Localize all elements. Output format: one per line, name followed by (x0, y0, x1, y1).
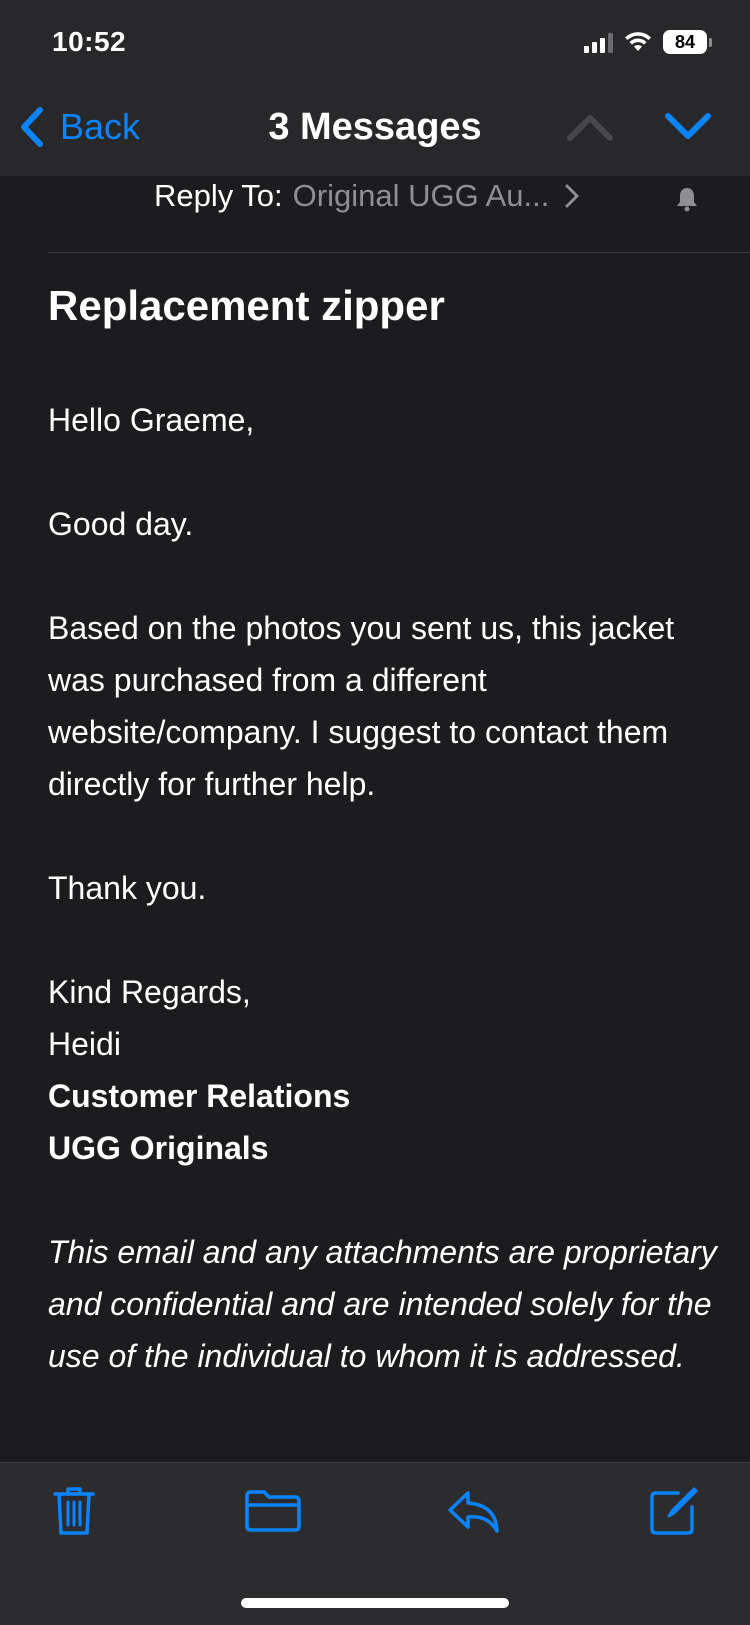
salutation-text: Good day. (48, 506, 194, 542)
home-indicator[interactable] (241, 1598, 509, 1608)
chevron-down-icon (665, 113, 711, 139)
sender-company: UGG Originals (48, 1130, 269, 1166)
chevron-up-icon (567, 115, 613, 141)
previous-message-button[interactable] (566, 112, 614, 147)
reply-to-row[interactable]: Reply To: Original UGG Au... (154, 178, 579, 214)
email-body: Hello Graeme, Good day. Based on the pho… (48, 394, 718, 1434)
chevron-left-icon (21, 107, 43, 147)
reply-to-label: Reply To: (154, 178, 283, 213)
trash-icon[interactable] (52, 1485, 96, 1537)
notification-bell-icon[interactable] (676, 186, 698, 212)
thanks-text: Thank you. (48, 870, 207, 906)
status-time: 10:52 (52, 26, 127, 57)
next-message-button[interactable] (664, 112, 712, 147)
body-paragraph: Based on the photos you sent us, this ja… (48, 610, 675, 802)
sender-department: Customer Relations (48, 1078, 351, 1114)
battery-tip (709, 37, 712, 47)
compose-icon[interactable] (648, 1485, 700, 1537)
greeting-text: Hello Graeme, (48, 402, 255, 438)
cellular-signal-icon (584, 31, 613, 53)
disclaimer-text: This email and any attachments are propr… (48, 1234, 717, 1374)
sender-name: Heidi (48, 1026, 121, 1062)
reply-icon[interactable] (446, 1489, 502, 1535)
header: 10:52 84 Back 3 Messages (0, 0, 750, 176)
closing-text: Kind Regards, (48, 974, 251, 1010)
reply-to-value: Original UGG Au... (292, 178, 550, 213)
page-title: 3 Messages (268, 106, 482, 148)
back-label: Back (60, 106, 141, 147)
status-icons: 84 (584, 30, 712, 54)
divider (48, 252, 750, 253)
email-subject: Replacement zipper (48, 282, 445, 329)
wifi-icon (625, 32, 651, 51)
folder-icon[interactable] (244, 1489, 302, 1533)
chevron-right-icon (565, 184, 579, 208)
battery-indicator: 84 (663, 30, 707, 54)
signature: Kind Regards, Heidi Customer Relations U… (48, 966, 718, 1174)
back-button[interactable]: Back (18, 106, 140, 148)
